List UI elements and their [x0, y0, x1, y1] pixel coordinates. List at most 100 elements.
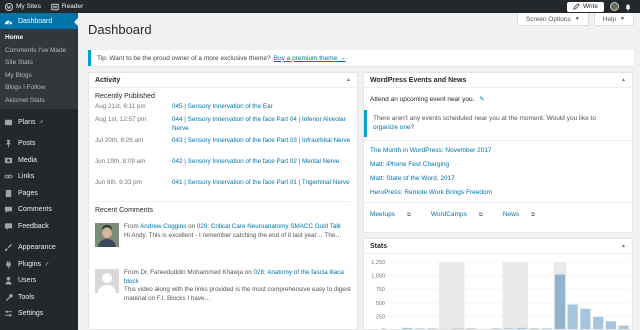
collapse-toggle-icon[interactable]: ▲: [621, 243, 626, 249]
submenu-blogs-follow[interactable]: Blogs I Follow: [0, 82, 78, 95]
page-icon: [5, 189, 12, 197]
screen-options-button[interactable]: Screen Options ▼: [516, 13, 589, 26]
link-icon: [4, 174, 13, 179]
sidebar-item-posts[interactable]: Posts: [0, 136, 78, 153]
sidebar-item-tools[interactable]: Tools: [0, 289, 78, 306]
my-sites-menu[interactable]: W My Sites: [0, 0, 46, 13]
published-post-row: Jun 6th, 6:33 pm 041 | Sensory Innervati…: [89, 179, 357, 200]
external-link-icon: ↗: [38, 119, 44, 126]
activity-header[interactable]: Activity ▲: [89, 73, 357, 88]
stats-header[interactable]: Stats ▲: [364, 239, 632, 254]
external-link-icon: ⧉: [531, 212, 536, 218]
sidebar-dashboard-label: Dashboard: [18, 17, 53, 25]
my-sites-label: My Sites: [16, 3, 41, 10]
no-events-text: There aren't any events scheduled near y…: [373, 115, 596, 122]
screen-options-label: Screen Options: [525, 15, 571, 23]
reader-label: Reader: [61, 3, 84, 10]
collapse-toggle-icon[interactable]: ▲: [346, 77, 351, 83]
comment-from: From: [124, 269, 139, 276]
meetups-link[interactable]: Meetups ⧉: [370, 211, 421, 219]
sidebar-item-plugins[interactable]: Plugins ↗: [0, 256, 78, 273]
sidebar-item-appearance[interactable]: Appearance: [0, 240, 78, 257]
page-title: Dashboard: [88, 22, 152, 37]
main-content: Screen Options ▼ Help ▼ Dashboard Tip: W…: [78, 13, 640, 330]
help-button[interactable]: Help ▼: [593, 13, 634, 26]
news-footer-link[interactable]: News ⧉: [503, 211, 545, 219]
sidebar-item-feedback[interactable]: Feedback: [0, 218, 78, 235]
plans-icon: [4, 119, 13, 125]
user-avatar[interactable]: [610, 2, 619, 11]
sidebar-item-pages[interactable]: Pages: [0, 185, 78, 202]
sidebar-item-plans[interactable]: Plans ↗: [0, 114, 78, 131]
post-title-link[interactable]: 042 | Sensory Innervation of the face Pa…: [172, 158, 352, 179]
submenu-site-stats[interactable]: Site Stats: [0, 57, 78, 70]
notice-text: Tip: Want to be the proud owner of a mor…: [97, 54, 271, 62]
comment-from: From: [124, 223, 139, 230]
sidebar-item-media[interactable]: Media: [0, 152, 78, 169]
chart-bar: [554, 274, 566, 329]
theme-tip-notice: Tip: Want to be the proud owner of a mor…: [88, 50, 634, 66]
chevron-down-icon: ▼: [574, 16, 580, 22]
collapse-toggle-icon[interactable]: ▲: [621, 77, 626, 83]
stats-widget: Stats ▲ 1,2501,0007505002500: [363, 238, 633, 330]
chevron-down-icon: ▼: [620, 16, 625, 22]
comment-excerpt: Hi Andy. This is excellent - I remember …: [124, 231, 342, 239]
submenu-comments-made[interactable]: Comments I've Made: [0, 45, 78, 58]
media-icon: [4, 157, 13, 163]
wordpress-logo-icon: W: [5, 2, 13, 11]
write-button[interactable]: Write: [566, 1, 604, 12]
notifications-bell-icon[interactable]: [624, 3, 632, 11]
published-post-row: Aug 21st, 6:11 pm 045 | Sensory Innervat…: [89, 103, 357, 116]
post-title-link[interactable]: 044 | Sensory Innervation of the face Pa…: [172, 116, 352, 137]
news-link[interactable]: The Month in WordPress: November 2017: [370, 144, 632, 158]
post-title-link[interactable]: 041 | Sensory Innervation of the face Pa…: [172, 179, 352, 200]
events-attend-text: Attend an upcoming event near you.: [370, 96, 475, 103]
sidebar-item-settings[interactable]: Settings: [0, 306, 78, 323]
admin-bar: W My Sites Reader Write: [0, 0, 640, 13]
sidebar-item-dashboard[interactable]: Dashboard: [0, 13, 78, 29]
chart-bar: [580, 308, 591, 329]
published-post-row: Jul 20th, 8:26 am 043 | Sensory Innervat…: [89, 137, 357, 158]
pencil-edit-icon[interactable]: ✎: [479, 96, 484, 103]
sidebar-item-label: Feedback: [18, 222, 49, 230]
comment-icon: [4, 207, 13, 214]
chart-y-tick-label: 1,250: [371, 260, 385, 266]
pin-icon: [5, 140, 12, 148]
submenu-akismet-stats[interactable]: Akismet Stats: [0, 95, 78, 108]
no-events-end: ?: [410, 124, 415, 131]
sidebar-item-users[interactable]: Users: [0, 273, 78, 290]
wordcamps-link[interactable]: WordCamps ⧉: [431, 211, 493, 219]
comment-author-link[interactable]: Andrew Coggins: [140, 223, 186, 230]
admin-sidebar: Dashboard Home Comments I've Made Site S…: [0, 13, 78, 330]
stats-bar-chart: 1,2501,0007505002500: [371, 260, 630, 329]
chart-bar: [618, 325, 629, 329]
post-date: Jun 6th, 6:33 pm: [95, 179, 142, 186]
chart-y-tick-label: 500: [376, 301, 385, 307]
sidebar-item-links[interactable]: Links: [0, 169, 78, 186]
dashboard-icon: [4, 19, 13, 24]
reader-menu[interactable]: Reader: [46, 0, 88, 13]
stats-title: Stats: [370, 242, 388, 250]
events-title: WordPress Events and News: [370, 76, 467, 84]
events-footer-links: Meetups ⧉ WordCamps ⧉ News ⧉: [364, 202, 632, 219]
sidebar-item-label: Comments: [18, 206, 52, 214]
organize-link[interactable]: organize one: [373, 124, 411, 131]
news-link[interactable]: Matt: State of the Word, 2017: [370, 172, 632, 186]
comment-item: From Andrew Coggins on 029: Critical Car…: [89, 217, 357, 263]
submenu-home[interactable]: Home: [0, 32, 78, 45]
news-link[interactable]: HeroPress: Remote Work Brings Freedom: [370, 186, 632, 200]
news-link[interactable]: Matt: iPhone Fest Charging: [370, 158, 632, 172]
sidebar-item-comments[interactable]: Comments: [0, 202, 78, 219]
post-title-link[interactable]: 045 | Sensory Innervation of the Ear: [172, 103, 352, 116]
news-label: News: [502, 211, 520, 218]
submenu-my-blogs[interactable]: My Blogs: [0, 70, 78, 83]
comment-body: From Dr. Fareeduddin Mohammed Khawja on …: [124, 269, 351, 309]
published-post-row: Aug 1st, 12:57 pm 044 | Sensory Innervat…: [89, 116, 357, 137]
premium-theme-link[interactable]: Buy a premium theme →: [274, 55, 346, 62]
activity-title: Activity: [95, 76, 121, 84]
events-header[interactable]: WordPress Events and News ▲: [364, 73, 632, 88]
comment-author: Dr. Fareeduddin Mohammed Khawja: [140, 269, 244, 276]
post-title-link[interactable]: 043 | Sensory Innervation of the face Pa…: [172, 137, 352, 158]
post-date: Jun 19th, 8:09 am: [95, 158, 146, 165]
comment-post-link[interactable]: 029: Critical Care Neuroanatomy SMACC Go…: [197, 223, 341, 230]
